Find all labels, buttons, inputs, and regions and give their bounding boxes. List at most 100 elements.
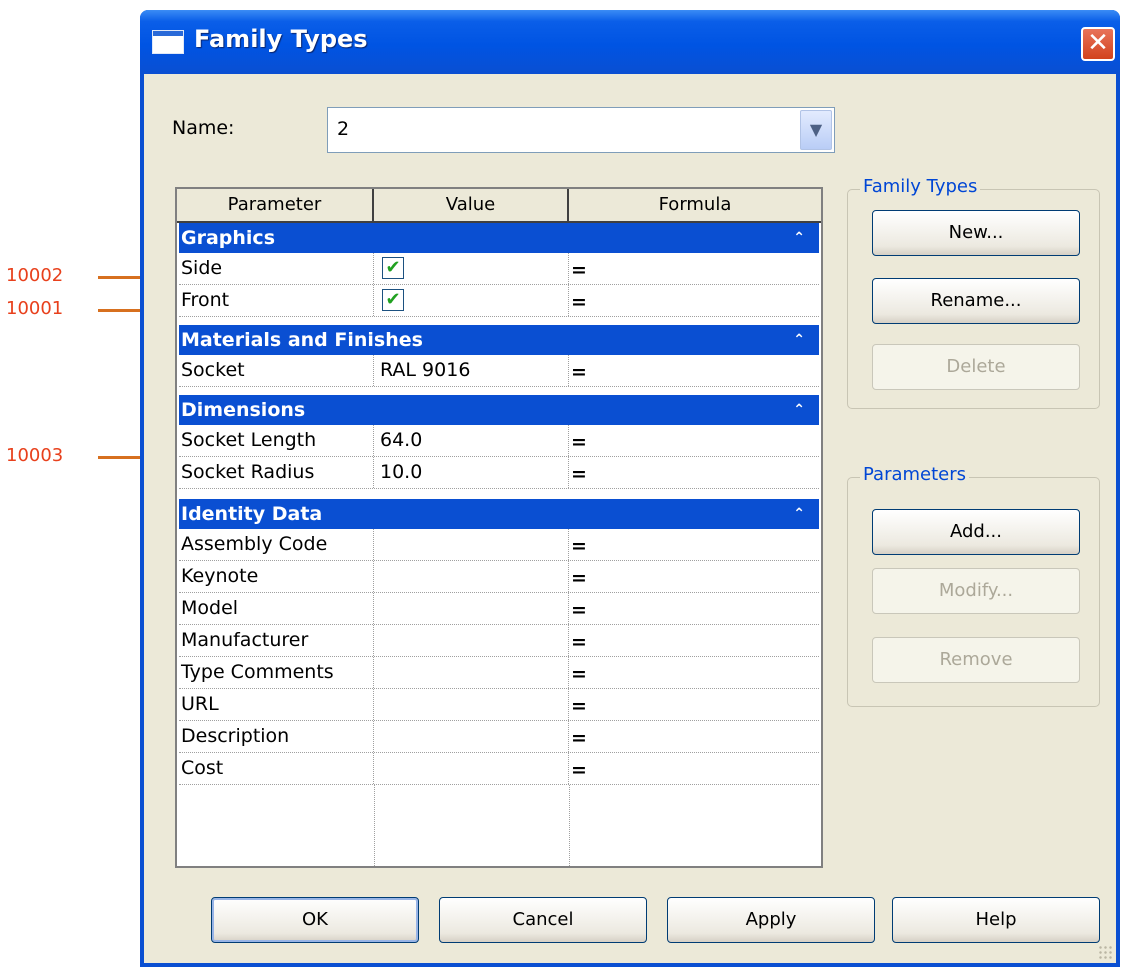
formula-cell[interactable]: = — [569, 529, 821, 560]
dropdown-button[interactable]: ▼ — [800, 110, 832, 150]
apply-button[interactable]: Apply — [667, 897, 875, 943]
param-value: ✔ — [374, 253, 569, 284]
group-title: Dimensions — [181, 399, 306, 421]
table-row[interactable]: Side ✔ = — [179, 253, 819, 285]
remove-parameter-button[interactable]: Remove — [872, 637, 1080, 683]
param-value[interactable] — [374, 689, 569, 720]
column-divider — [374, 785, 375, 866]
table-row[interactable]: Cost = — [179, 753, 819, 785]
group-header-graphics[interactable]: Graphics ⌃ — [179, 223, 819, 253]
param-name: Description — [179, 721, 374, 752]
table-row[interactable]: Keynote = — [179, 561, 819, 593]
group-header-materials[interactable]: Materials and Finishes ⌃ — [179, 325, 819, 355]
table-row[interactable]: Socket RAL 9016 = — [179, 355, 819, 387]
checkbox-checked[interactable]: ✔ — [382, 289, 404, 311]
param-name: Cost — [179, 753, 374, 784]
column-header-parameter[interactable]: Parameter — [177, 189, 374, 221]
title-bar[interactable]: Family Types ✕ — [140, 10, 1120, 74]
modify-parameter-button[interactable]: Modify... — [872, 568, 1080, 614]
formula-cell[interactable]: = — [569, 253, 821, 284]
table-row[interactable]: Manufacturer = — [179, 625, 819, 657]
table-row[interactable]: Front ✔ = — [179, 285, 819, 317]
formula-cell[interactable]: = — [569, 753, 821, 784]
collapse-icon[interactable]: ⌃ — [793, 325, 805, 355]
param-name: Socket Length — [179, 425, 374, 456]
help-button[interactable]: Help — [892, 897, 1100, 943]
param-name: Assembly Code — [179, 529, 374, 560]
formula-cell[interactable]: = — [569, 355, 821, 386]
formula-cell[interactable]: = — [569, 689, 821, 720]
resize-grip-icon[interactable] — [1098, 945, 1112, 959]
table-row[interactable]: Assembly Code = — [179, 529, 819, 561]
collapse-icon[interactable]: ⌃ — [793, 395, 805, 425]
param-value[interactable] — [374, 657, 569, 688]
callout-label: 10001 — [6, 298, 64, 319]
close-button[interactable]: ✕ — [1081, 27, 1115, 61]
param-name: Model — [179, 593, 374, 624]
param-value[interactable]: RAL 9016 — [374, 355, 569, 386]
formula-cell[interactable]: = — [569, 593, 821, 624]
param-value[interactable] — [374, 561, 569, 592]
name-combobox[interactable]: 2 ▼ — [327, 107, 835, 153]
formula-cell[interactable]: = — [569, 561, 821, 592]
formula-cell[interactable]: = — [569, 657, 821, 688]
group-header-identity[interactable]: Identity Data ⌃ — [179, 499, 819, 529]
group-title: Identity Data — [181, 503, 323, 525]
param-name: Side — [179, 253, 374, 284]
column-divider — [569, 785, 570, 866]
param-name: Manufacturer — [179, 625, 374, 656]
collapse-icon[interactable]: ⌃ — [793, 499, 805, 529]
formula-cell[interactable]: = — [569, 425, 821, 456]
checkbox-checked[interactable]: ✔ — [382, 257, 404, 279]
group-title: Graphics — [181, 227, 275, 249]
group-title: Materials and Finishes — [181, 329, 423, 351]
formula-cell[interactable]: = — [569, 285, 821, 316]
ok-button[interactable]: OK — [211, 897, 419, 943]
param-name: Keynote — [179, 561, 374, 592]
table-row[interactable]: Description = — [179, 721, 819, 753]
add-parameter-button[interactable]: Add... — [872, 509, 1080, 555]
param-value: ✔ — [374, 285, 569, 316]
column-header-value[interactable]: Value — [374, 189, 569, 221]
callout-label: 10003 — [6, 445, 64, 466]
group-header-dimensions[interactable]: Dimensions ⌃ — [179, 395, 819, 425]
param-name: Socket Radius — [179, 457, 374, 488]
table-row[interactable]: Model = — [179, 593, 819, 625]
param-value[interactable]: 64.0 — [374, 425, 569, 456]
formula-cell[interactable]: = — [569, 721, 821, 752]
table-row[interactable]: Socket Radius 10.0 = — [179, 457, 819, 489]
parameters-groupbox: Parameters Add... Modify... Remove — [847, 464, 1100, 707]
table-row[interactable]: URL = — [179, 689, 819, 721]
param-value[interactable]: 10.0 — [374, 457, 569, 488]
rename-type-button[interactable]: Rename... — [872, 278, 1080, 324]
table-row[interactable]: Type Comments = — [179, 657, 819, 689]
param-name: Front — [179, 285, 374, 316]
column-header-formula[interactable]: Formula — [569, 189, 821, 221]
param-value[interactable] — [374, 593, 569, 624]
parameters-grid[interactable]: Parameter Value Formula Graphics ⌃ Side … — [175, 187, 823, 868]
family-types-dialog: Family Types ✕ Name: 2 ▼ Parameter Value… — [140, 10, 1120, 967]
name-label: Name: — [172, 117, 235, 139]
param-value[interactable] — [374, 721, 569, 752]
family-types-groupbox: Family Types New... Rename... Delete — [847, 176, 1100, 409]
param-value[interactable] — [374, 625, 569, 656]
collapse-icon[interactable]: ⌃ — [793, 223, 805, 253]
delete-type-button[interactable]: Delete — [872, 344, 1080, 390]
grid-header-row: Parameter Value Formula — [177, 189, 821, 223]
window-icon — [152, 30, 184, 54]
param-name: URL — [179, 689, 374, 720]
close-icon: ✕ — [1087, 28, 1109, 58]
table-row[interactable]: Socket Length 64.0 = — [179, 425, 819, 457]
callout-label: 10002 — [6, 265, 64, 286]
cancel-button[interactable]: Cancel — [439, 897, 647, 943]
groupbox-legend: Family Types — [860, 176, 981, 197]
param-value[interactable] — [374, 753, 569, 784]
formula-cell[interactable]: = — [569, 625, 821, 656]
formula-cell[interactable]: = — [569, 457, 821, 488]
groupbox-legend: Parameters — [860, 464, 970, 485]
new-type-button[interactable]: New... — [872, 210, 1080, 256]
param-value[interactable] — [374, 529, 569, 560]
param-name: Type Comments — [179, 657, 374, 688]
grid-empty-area — [179, 785, 819, 866]
name-combobox-value: 2 — [337, 118, 350, 140]
